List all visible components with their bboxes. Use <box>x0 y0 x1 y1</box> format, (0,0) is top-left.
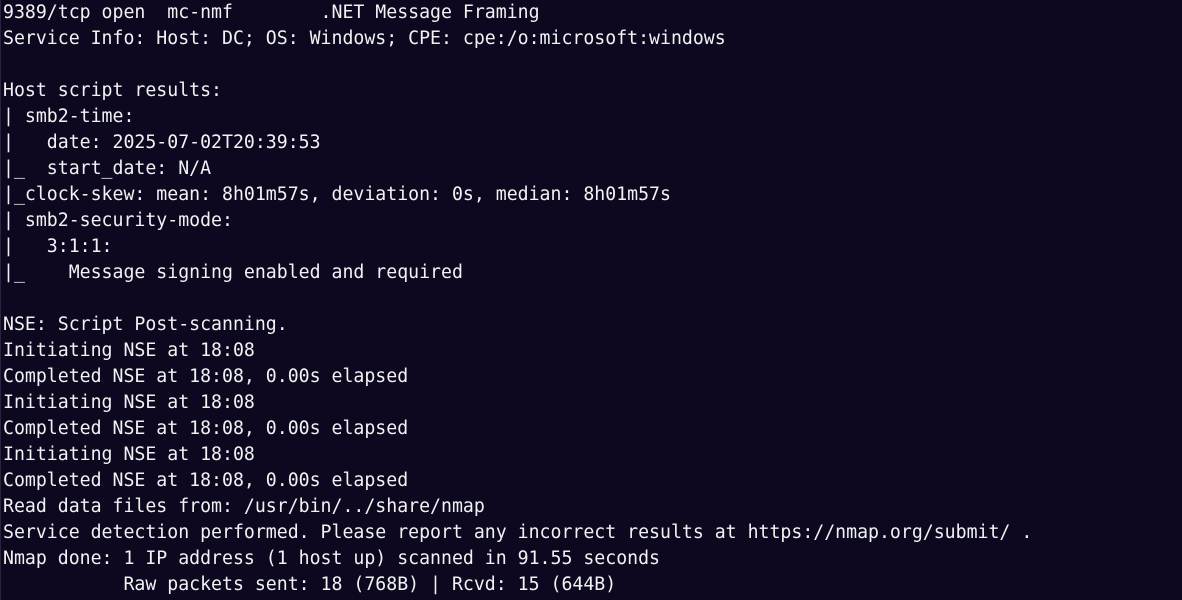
terminal-line: |_clock-skew: mean: 8h01m57s, deviation:… <box>3 184 671 205</box>
terminal-line: Host script results: <box>3 80 222 101</box>
terminal-line: Read data files from: /usr/bin/../share/… <box>3 496 485 517</box>
terminal-line: | smb2-time: <box>3 106 135 127</box>
terminal-line: Completed NSE at 18:08, 0.00s elapsed <box>3 366 409 387</box>
terminal-line: | 3:1:1: <box>3 236 113 257</box>
terminal-line: 9389/tcp open mc-nmf .NET Message Framin… <box>3 2 540 23</box>
terminal-line: Completed NSE at 18:08, 0.00s elapsed <box>3 418 409 439</box>
terminal-line: Completed NSE at 18:08, 0.00s elapsed <box>3 470 409 491</box>
terminal-line: Service detection performed. Please repo… <box>3 522 1033 543</box>
terminal-line: | smb2-security-mode: <box>3 210 233 231</box>
terminal-line: Service Info: Host: DC; OS: Windows; CPE… <box>3 28 726 49</box>
terminal-line: Initiating NSE at 18:08 <box>3 392 255 413</box>
terminal-line: |_ start_date: N/A <box>3 158 212 179</box>
terminal-line: | date: 2025-07-02T20:39:53 <box>3 132 321 153</box>
terminal-line: NSE: Script Post-scanning. <box>3 314 288 335</box>
terminal-line: Initiating NSE at 18:08 <box>3 444 255 465</box>
terminal-line: Raw packets sent: 18 (768B) | Rcvd: 15 (… <box>3 574 617 595</box>
terminal-line: Nmap done: 1 IP address (1 host up) scan… <box>3 548 660 569</box>
terminal-line: Initiating NSE at 18:08 <box>3 340 255 361</box>
terminal-line: |_ Message signing enabled and required <box>3 262 463 283</box>
terminal-window[interactable]: 9389/tcp open mc-nmf .NET Message Framin… <box>0 0 1182 600</box>
